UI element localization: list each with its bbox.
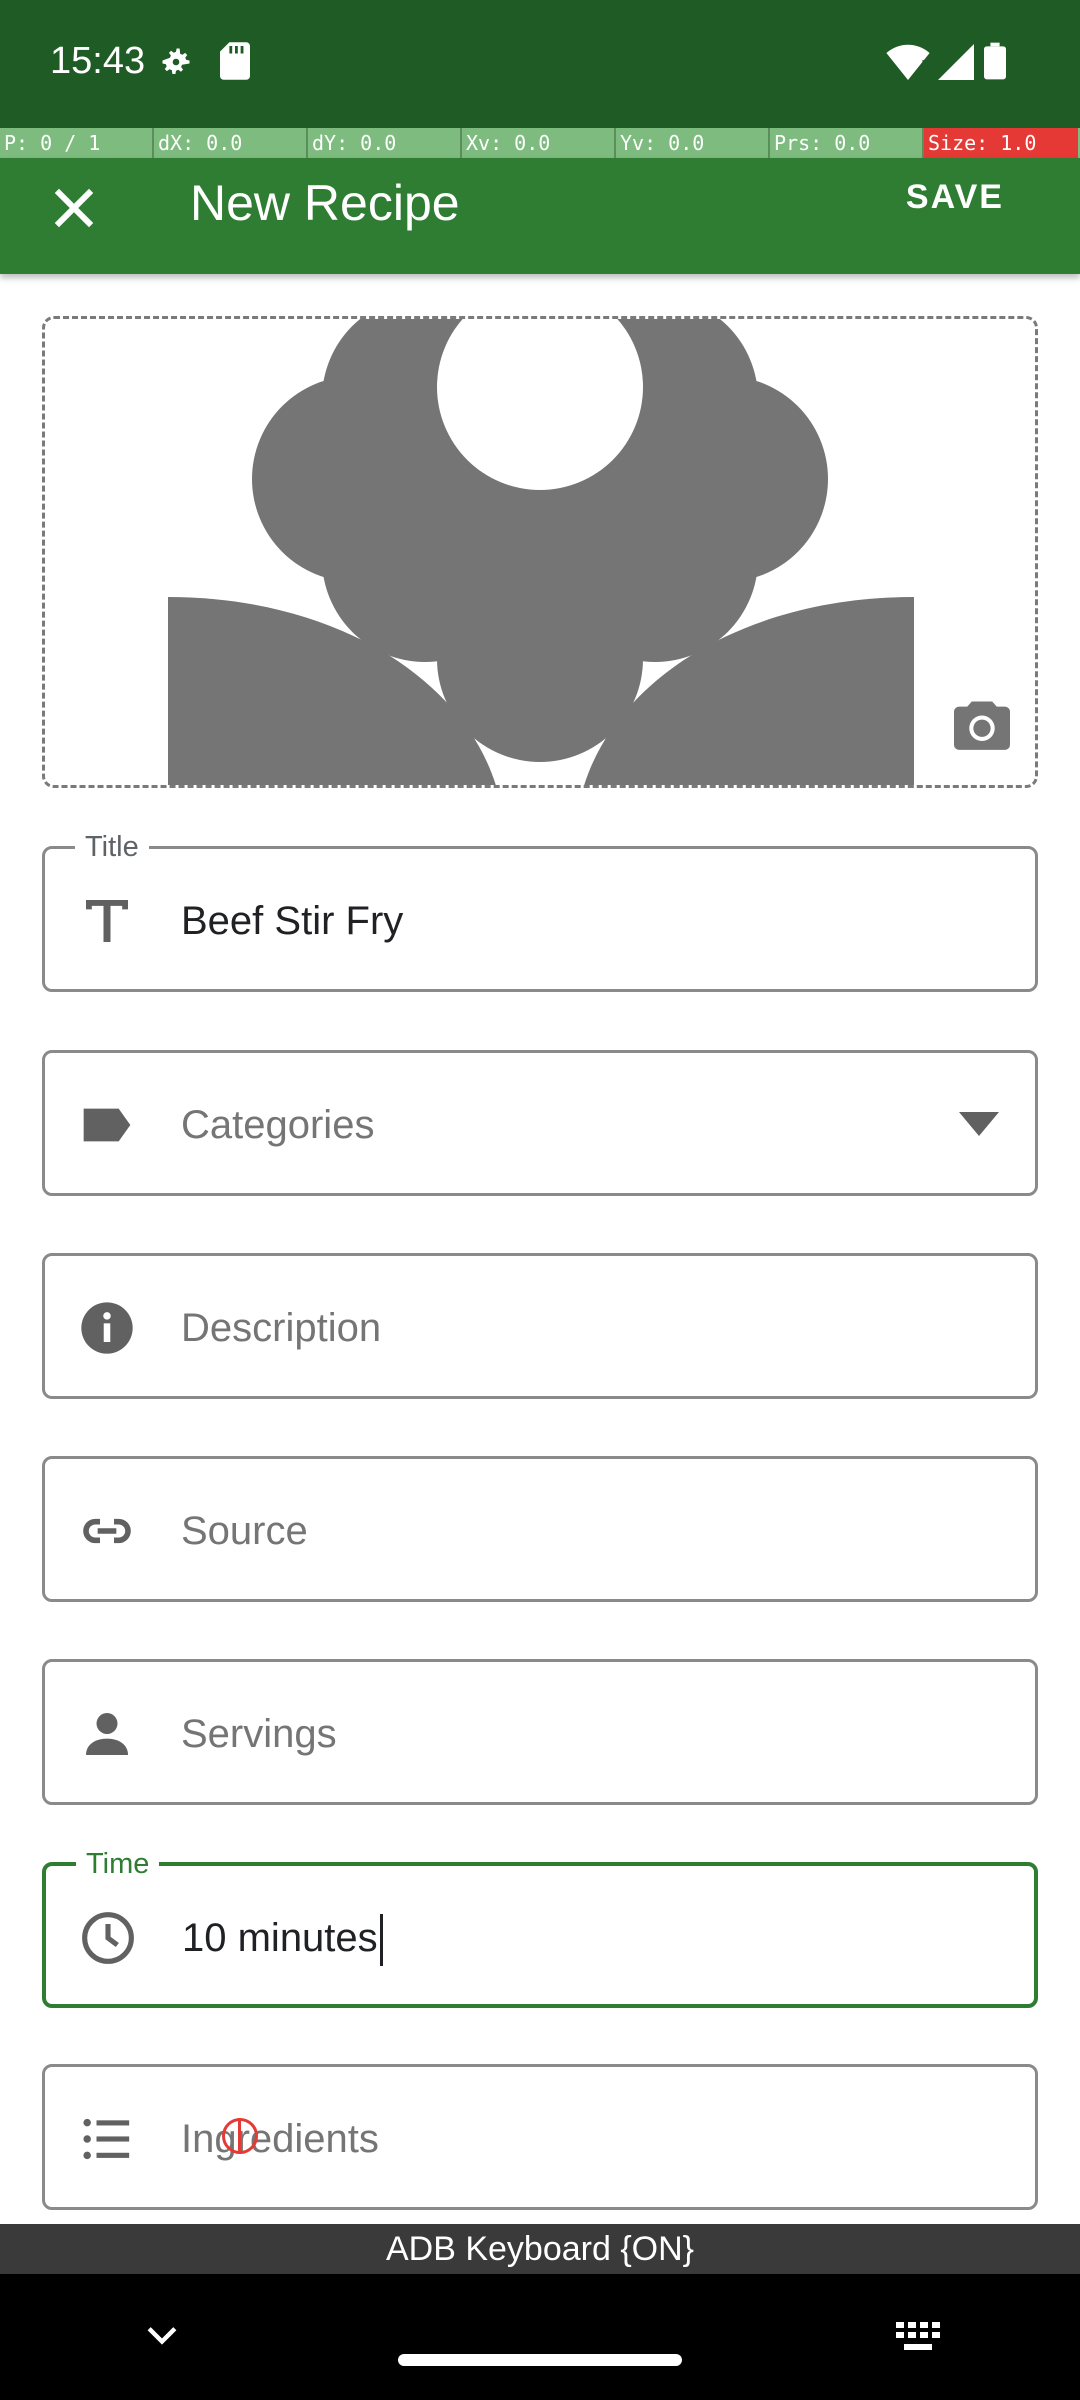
debug-size: Size: 1.0	[924, 128, 1078, 158]
app-bar: New Recipe SAVE	[0, 158, 1080, 274]
ingredients-placeholder: Ingredients	[181, 2117, 379, 2161]
title-field-label: Title	[75, 831, 149, 864]
time-input[interactable]: 10 minutes	[182, 1916, 378, 1960]
status-bar: 15:43	[0, 0, 1080, 128]
clock-icon	[82, 1912, 134, 1964]
categories-dropdown[interactable]: Categories	[42, 1050, 1038, 1196]
servings-placeholder: Servings	[181, 1712, 337, 1756]
title-input[interactable]: Beef Stir Fry	[181, 893, 403, 949]
debug-xv: Xv: 0.0	[462, 128, 616, 158]
status-time: 15:43	[50, 40, 146, 82]
text-cursor	[379, 1914, 383, 1967]
title-field[interactable]: Title Beef Stir Fry	[42, 831, 1038, 992]
text-icon	[86, 900, 128, 942]
navigation-bar	[0, 2274, 1080, 2400]
recipe-image-picker[interactable]	[42, 316, 1038, 788]
list-icon	[83, 2118, 130, 2160]
chevron-down-icon[interactable]	[140, 2314, 184, 2358]
ingredients-field[interactable]: Ingredients	[42, 2064, 1038, 2210]
debug-yv: Yv: 0.0	[616, 128, 770, 158]
debug-dx: dX: 0.0	[154, 128, 308, 158]
close-icon[interactable]	[44, 178, 104, 238]
debug-pressure: Prs: 0.0	[770, 128, 924, 158]
page-title: New Recipe	[190, 175, 460, 231]
camera-icon[interactable]	[951, 699, 1013, 755]
home-gesture-pill[interactable]	[398, 2354, 682, 2366]
servings-field[interactable]: Servings	[42, 1659, 1038, 1805]
time-input-wrap[interactable]: 10 minutes	[182, 1910, 383, 1967]
chevron-down-icon[interactable]	[959, 1109, 999, 1139]
gear-icon	[162, 48, 190, 74]
wifi-icon	[886, 44, 930, 80]
keyboard-status-banner: ADB Keyboard {ON}	[0, 2224, 1080, 2274]
info-icon	[81, 1302, 133, 1354]
description-field[interactable]: Description	[42, 1253, 1038, 1399]
label-icon	[83, 1108, 131, 1142]
time-field[interactable]: Time 10 minutes	[42, 1848, 1038, 2008]
battery-icon	[984, 42, 1006, 80]
signal-icon	[938, 44, 974, 80]
save-button[interactable]: SAVE	[906, 178, 1004, 217]
description-placeholder: Description	[181, 1306, 382, 1350]
keyboard-icon[interactable]	[896, 2322, 940, 2352]
debug-pointer: P: 0 / 1	[0, 128, 154, 158]
person-icon	[86, 1713, 128, 1755]
debug-dy: dY: 0.0	[308, 128, 462, 158]
link-icon	[83, 1518, 131, 1544]
source-field[interactable]: Source	[42, 1456, 1038, 1602]
pointer-debug-overlay: P: 0 / 1 dX: 0.0 dY: 0.0 Xv: 0.0 Yv: 0.0…	[0, 128, 1080, 158]
touch-indicator-line	[238, 2118, 241, 2154]
categories-placeholder: Categories	[181, 1103, 375, 1147]
source-placeholder: Source	[181, 1509, 308, 1553]
flower-image-icon	[168, 319, 914, 785]
sd-card-icon	[220, 42, 250, 80]
time-field-label: Time	[76, 1848, 160, 1881]
